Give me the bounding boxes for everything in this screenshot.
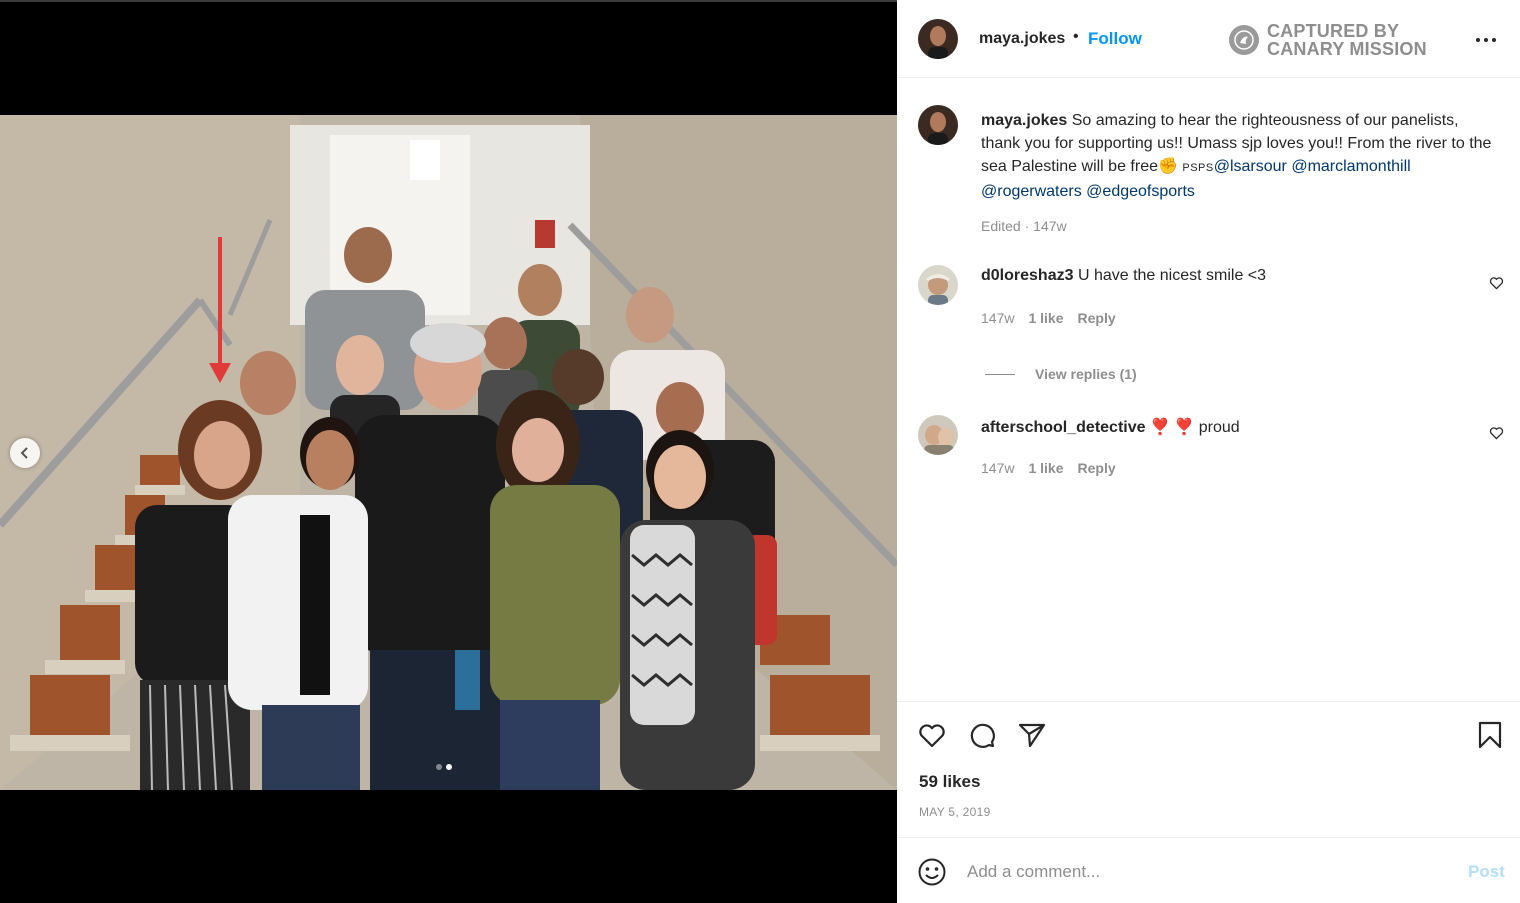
comment-age[interactable]: 147w	[981, 460, 1014, 476]
carousel-indicator	[436, 764, 452, 770]
post-header: maya.jokes • Follow CAPTURED BY CANARY M…	[897, 0, 1520, 78]
watermark: CAPTURED BY CANARY MISSION	[1229, 22, 1427, 58]
reply-button[interactable]: Reply	[1078, 460, 1116, 476]
user-avatar-image	[918, 19, 958, 59]
post-date[interactable]: MAY 5, 2019	[919, 805, 991, 819]
caption-meta: Edited · 147w	[981, 218, 1067, 234]
watermark-text: CAPTURED BY CANARY MISSION	[1267, 22, 1427, 58]
heart-exclamation-emoji: ❣️ ❣️	[1149, 419, 1195, 436]
mention-link[interactable]: @marclamonthill	[1291, 158, 1410, 175]
comment-age[interactable]: 147w	[981, 310, 1014, 326]
comment-text: d0loreshaz3 U have the nicest smile <3	[981, 267, 1266, 285]
post-actions: 59 likes MAY 5, 2019	[897, 701, 1520, 837]
mention-link[interactable]: @lsarsour	[1214, 158, 1287, 175]
post-author-username[interactable]: maya.jokes	[979, 30, 1065, 48]
commenter-avatar-image	[918, 265, 958, 305]
comment-text: afterschool_detective ❣️ ❣️ proud	[981, 417, 1240, 437]
separator-dot: ·	[1024, 218, 1030, 234]
comment-likes[interactable]: 1 like	[1028, 460, 1063, 476]
chevron-left-icon	[20, 447, 28, 459]
carousel-dot-active	[446, 764, 452, 770]
comment-meta: 147w 1 like Reply	[981, 310, 1116, 326]
user-avatar-image	[918, 105, 958, 145]
group-photo-illustration	[0, 115, 897, 790]
commenter-username[interactable]: d0loreshaz3	[981, 267, 1073, 284]
likes-count[interactable]: 59 likes	[919, 772, 980, 792]
carousel-dot	[436, 764, 442, 770]
comment-input[interactable]	[967, 856, 1427, 888]
comment-meta: 147w 1 like Reply	[981, 460, 1116, 476]
avatar[interactable]	[918, 265, 958, 305]
commenter-username[interactable]: afterschool_detective	[981, 419, 1146, 436]
carousel-previous-button[interactable]	[10, 438, 40, 468]
avatar[interactable]	[918, 19, 958, 59]
follow-button[interactable]: Follow	[1088, 29, 1142, 49]
more-horizontal-icon	[1476, 38, 1496, 42]
post-photo	[0, 115, 897, 790]
like-comment-heart-icon[interactable]	[1489, 276, 1504, 290]
share-icon[interactable]	[1017, 720, 1047, 750]
caption-age[interactable]: 147w	[1033, 218, 1066, 234]
view-replies-line	[985, 373, 1015, 375]
comment-icon[interactable]	[967, 720, 997, 750]
watermark-line-1: CAPTURED BY	[1267, 21, 1400, 41]
canary-mission-logo-icon	[1229, 25, 1259, 55]
caption-username[interactable]: maya.jokes	[981, 112, 1067, 129]
edited-label: Edited	[981, 218, 1021, 234]
view-replies-label: View replies (1)	[1035, 366, 1137, 382]
watermark-line-2: CANARY MISSION	[1267, 39, 1427, 59]
post-comment-button[interactable]: Post	[1468, 862, 1505, 882]
bookmark-icon[interactable]	[1475, 720, 1505, 750]
mention-link[interactable]: @rogerwaters	[981, 183, 1082, 200]
caption-ps: PSPS	[1182, 162, 1214, 174]
smiley-icon[interactable]	[917, 857, 947, 887]
window-top-border	[0, 0, 897, 2]
separator-dot: •	[1073, 28, 1079, 45]
post-media	[0, 0, 897, 903]
like-comment-heart-icon[interactable]	[1489, 426, 1504, 440]
heart-icon[interactable]	[917, 720, 947, 750]
view-replies-button[interactable]: View replies (1)	[985, 366, 1137, 382]
comment-likes[interactable]: 1 like	[1028, 310, 1063, 326]
post-details-panel: maya.jokes • Follow CAPTURED BY CANARY M…	[897, 0, 1520, 903]
add-comment-bar: Post	[897, 837, 1520, 903]
avatar[interactable]	[918, 105, 958, 145]
comment-body: proud	[1198, 419, 1240, 436]
caption-text: maya.jokes So amazing to hear the righte…	[981, 109, 1501, 203]
mention-link[interactable]: @edgeofsports	[1086, 183, 1195, 200]
more-options-button[interactable]	[1474, 30, 1498, 50]
reply-button[interactable]: Reply	[1078, 310, 1116, 326]
commenter-avatar-image	[918, 415, 958, 455]
avatar[interactable]	[918, 415, 958, 455]
fist-emoji: ✊	[1157, 158, 1178, 175]
comment-body: U have the nicest smile <3	[1077, 267, 1267, 284]
